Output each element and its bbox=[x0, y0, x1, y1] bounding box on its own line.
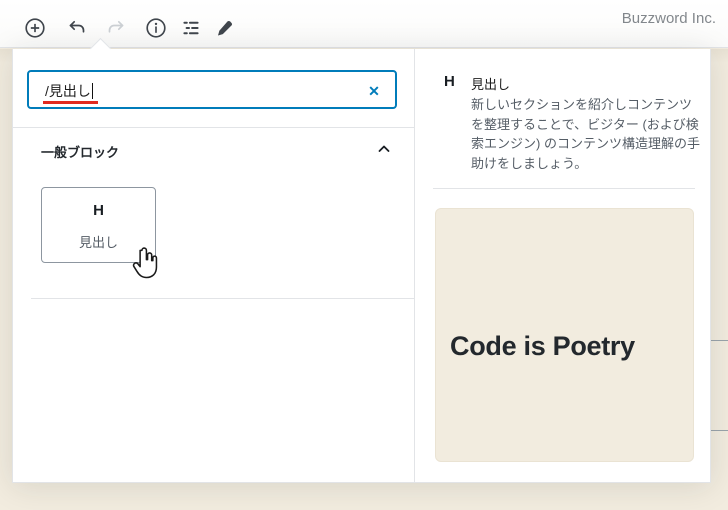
clear-search-button[interactable]: ✕ bbox=[363, 80, 385, 102]
text-cursor bbox=[91, 83, 93, 99]
info-circle-icon bbox=[145, 17, 167, 39]
block-preview-panel: Code is Poetry bbox=[435, 208, 694, 462]
divider bbox=[31, 298, 414, 299]
section-title: 一般ブロック bbox=[41, 145, 120, 160]
hand-pointer-cursor bbox=[129, 246, 161, 287]
divider bbox=[433, 188, 695, 189]
search-value: /見出し bbox=[45, 83, 93, 99]
preview-sample-heading: Code is Poetry bbox=[450, 331, 635, 361]
column-divider bbox=[414, 49, 415, 482]
pencil-icon bbox=[214, 18, 235, 39]
section-common-blocks[interactable]: 一般ブロック bbox=[13, 128, 414, 172]
chevron-up-icon bbox=[376, 141, 392, 160]
undo-button[interactable] bbox=[59, 10, 95, 46]
plus-circle-icon bbox=[24, 17, 46, 39]
heading-block-icon: H bbox=[93, 202, 104, 219]
background-block-outline bbox=[711, 430, 728, 431]
background-block-outline bbox=[711, 340, 728, 341]
redo-icon bbox=[106, 18, 126, 38]
undo-icon bbox=[67, 18, 87, 38]
heading-detail-title: 見出し bbox=[471, 77, 511, 92]
list-outline-icon bbox=[180, 17, 202, 39]
editor-canvas: Buzzword Inc. /見出し ✕ 一般ブロック H 見出し H 見出し … bbox=[0, 0, 728, 510]
edit-mode-button[interactable] bbox=[206, 10, 242, 46]
heading-detail-description: 新しいセクションを紹介しコンテンツを整理することで、ビジター (および検索エンジ… bbox=[471, 97, 700, 171]
block-navigation-button[interactable] bbox=[173, 10, 209, 46]
site-name: Buzzword Inc. bbox=[621, 10, 716, 27]
top-toolbar: Buzzword Inc. bbox=[0, 0, 728, 48]
block-search-input[interactable]: /見出し ✕ bbox=[27, 70, 397, 109]
block-inserter-popup: /見出し ✕ 一般ブロック H 見出し H 見出し 新しいセクションを紹介しコン… bbox=[12, 37, 711, 483]
spellcheck-underline bbox=[43, 101, 98, 104]
add-block-button[interactable] bbox=[17, 10, 53, 46]
content-structure-button[interactable] bbox=[138, 10, 174, 46]
heading-detail-icon: H bbox=[444, 73, 455, 90]
